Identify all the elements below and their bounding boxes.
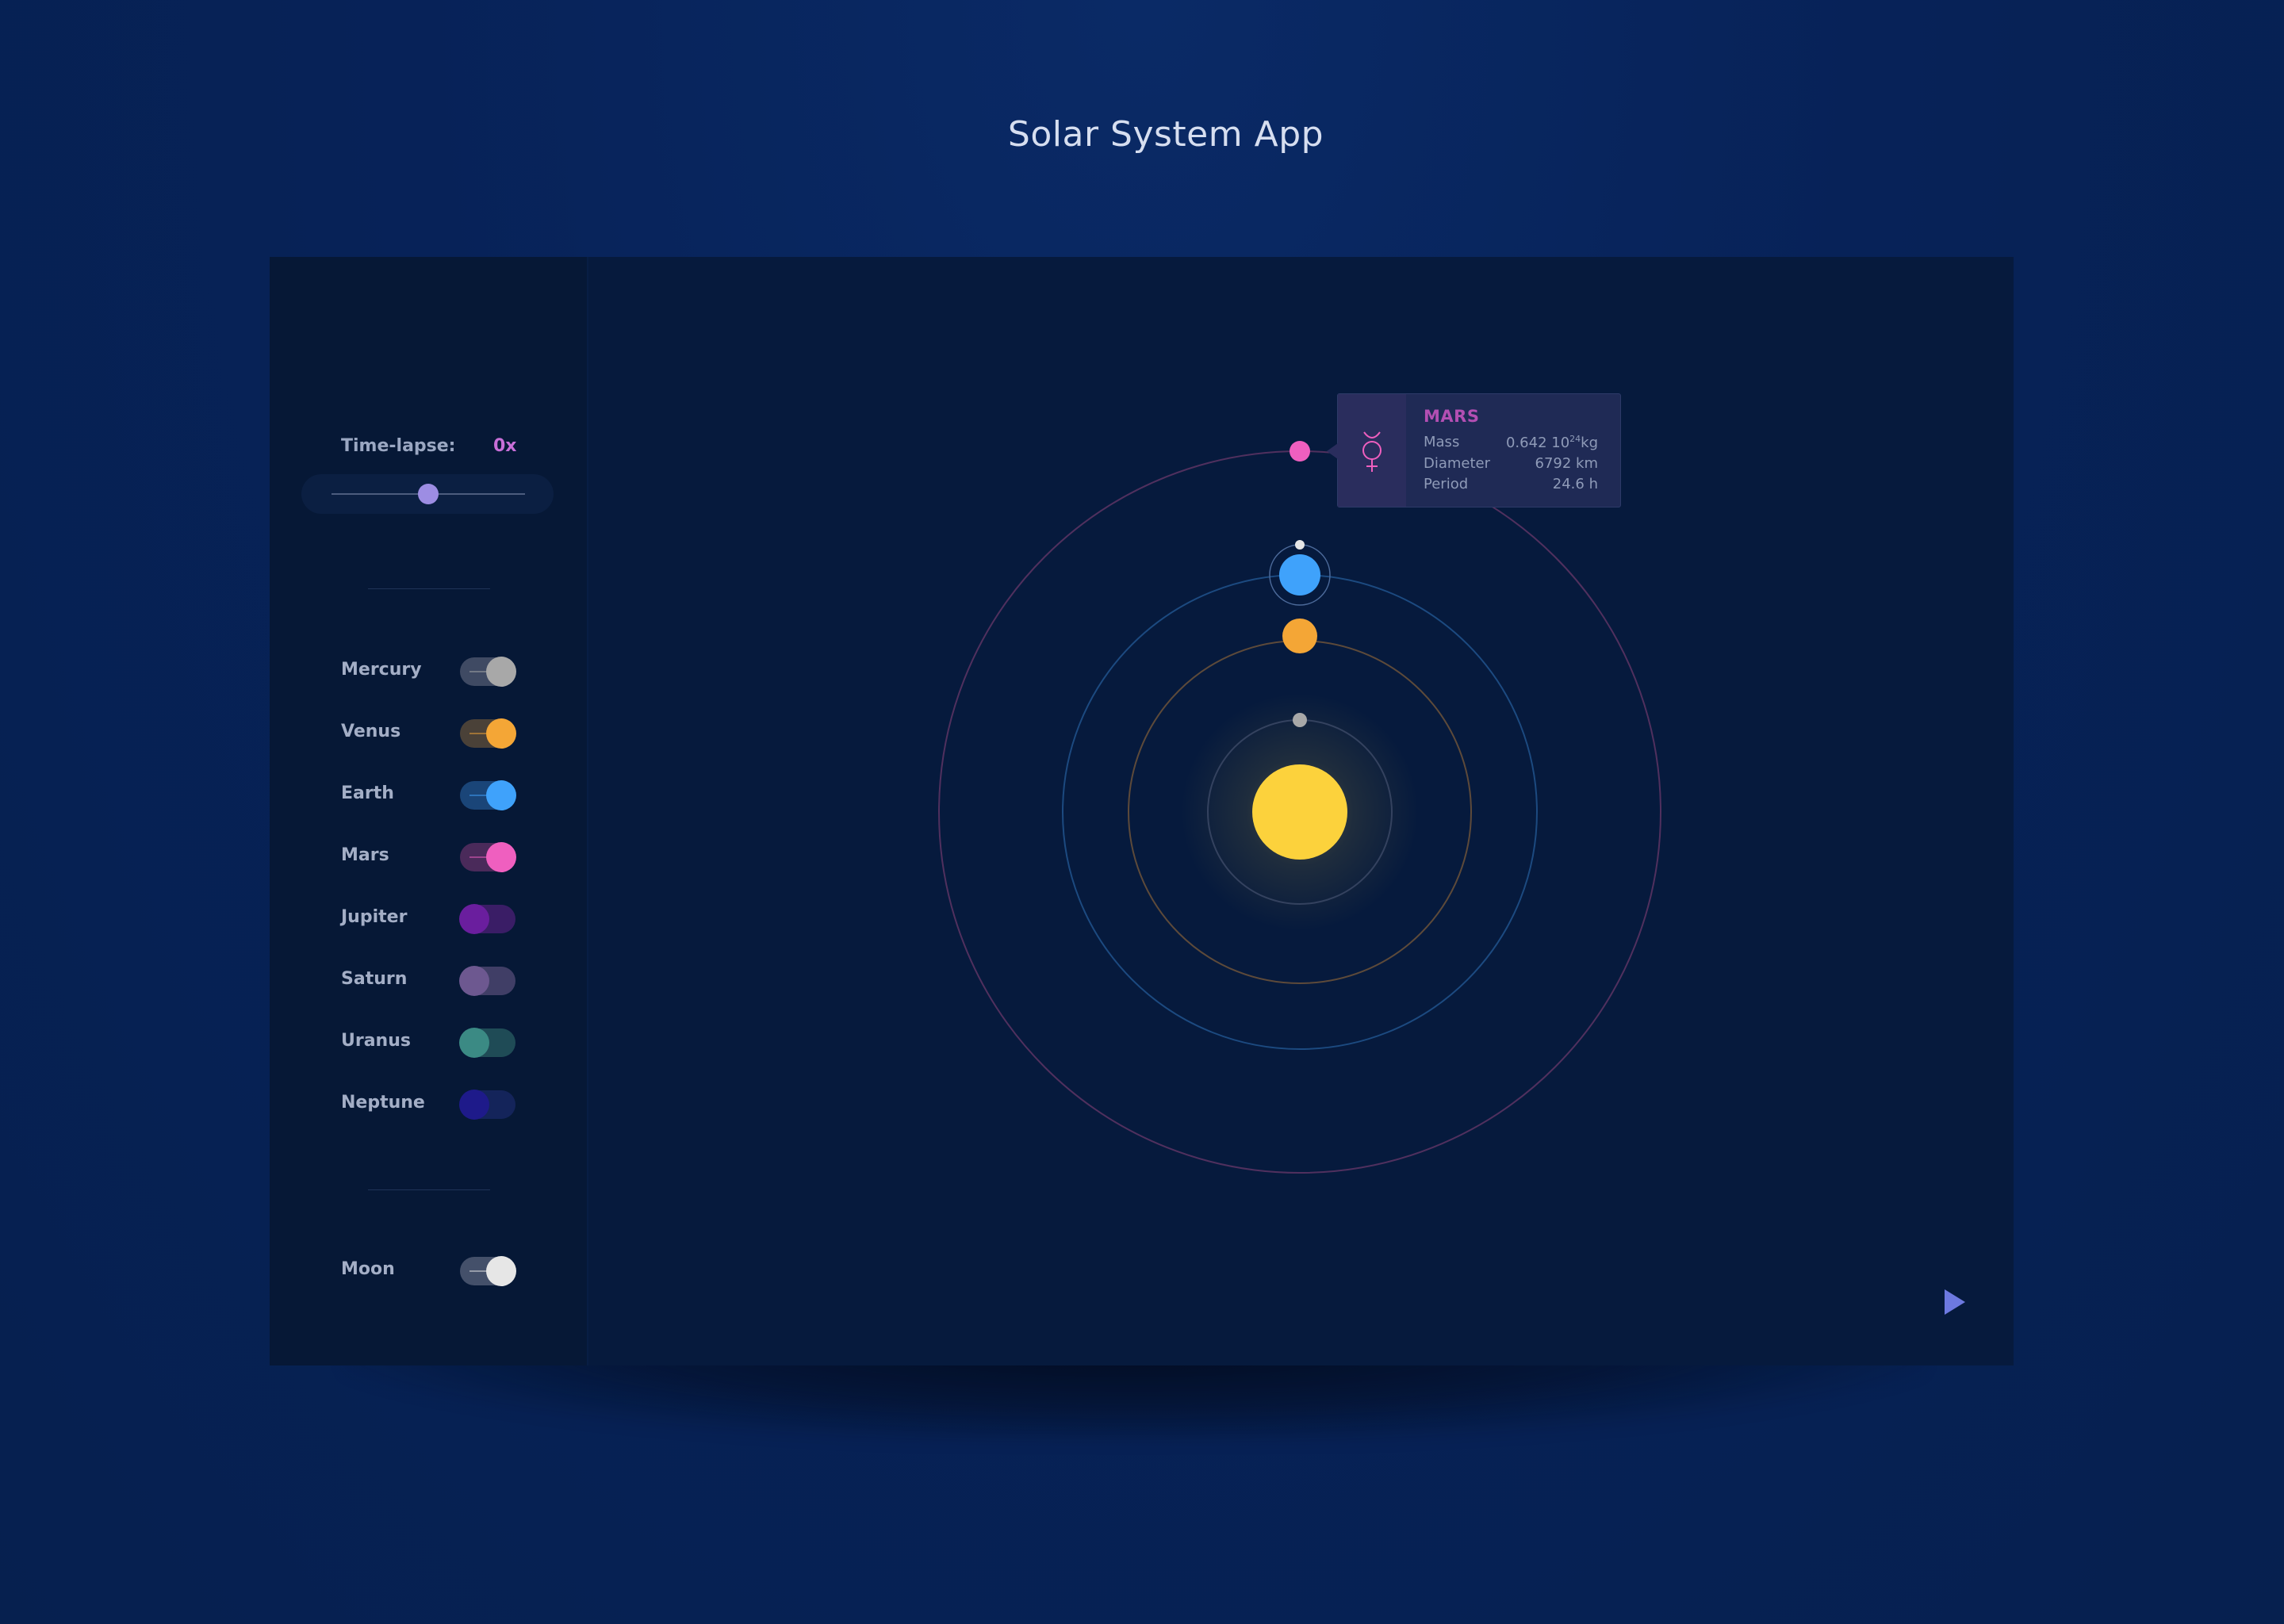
mass-value: 0.642 1024kg	[1505, 434, 1598, 451]
play-button[interactable]	[1943, 1288, 1967, 1316]
planet-info-tooltip: MARS Mass 0.642 1024kg Diameter 6792 km …	[1327, 393, 1621, 508]
sun[interactable]	[1252, 764, 1347, 860]
solar-system-view	[938, 441, 1661, 1174]
planet-earth[interactable]	[1279, 554, 1320, 596]
tooltip-mass-row: Mass 0.642 1024kg	[1424, 434, 1598, 453]
page-title: Solar System App	[1007, 114, 1324, 155]
diameter-value: 6792 km	[1535, 455, 1599, 472]
moon[interactable]	[1295, 540, 1305, 550]
tooltip-title: MARS	[1424, 407, 1480, 426]
planet-mars[interactable]	[1290, 441, 1310, 462]
tooltip-pointer	[1327, 443, 1338, 459]
tooltip-diameter-row: Diameter 6792 km	[1424, 455, 1598, 474]
tooltip-period-row: Period 24.6 h	[1424, 476, 1598, 495]
app-window: Time-lapse: 0x Mercury Venus Earth Mars	[270, 257, 2014, 1365]
play-icon	[1945, 1289, 1965, 1315]
planet-venus[interactable]	[1282, 619, 1317, 653]
period-value: 24.6 h	[1552, 476, 1598, 492]
planet-mercury[interactable]	[1293, 713, 1307, 727]
mars-symbol-icon	[1362, 431, 1382, 472]
mass-label: Mass	[1424, 434, 1460, 450]
diameter-label: Diameter	[1424, 455, 1491, 472]
tooltip-icon-box	[1338, 394, 1406, 507]
period-label: Period	[1424, 476, 1469, 492]
